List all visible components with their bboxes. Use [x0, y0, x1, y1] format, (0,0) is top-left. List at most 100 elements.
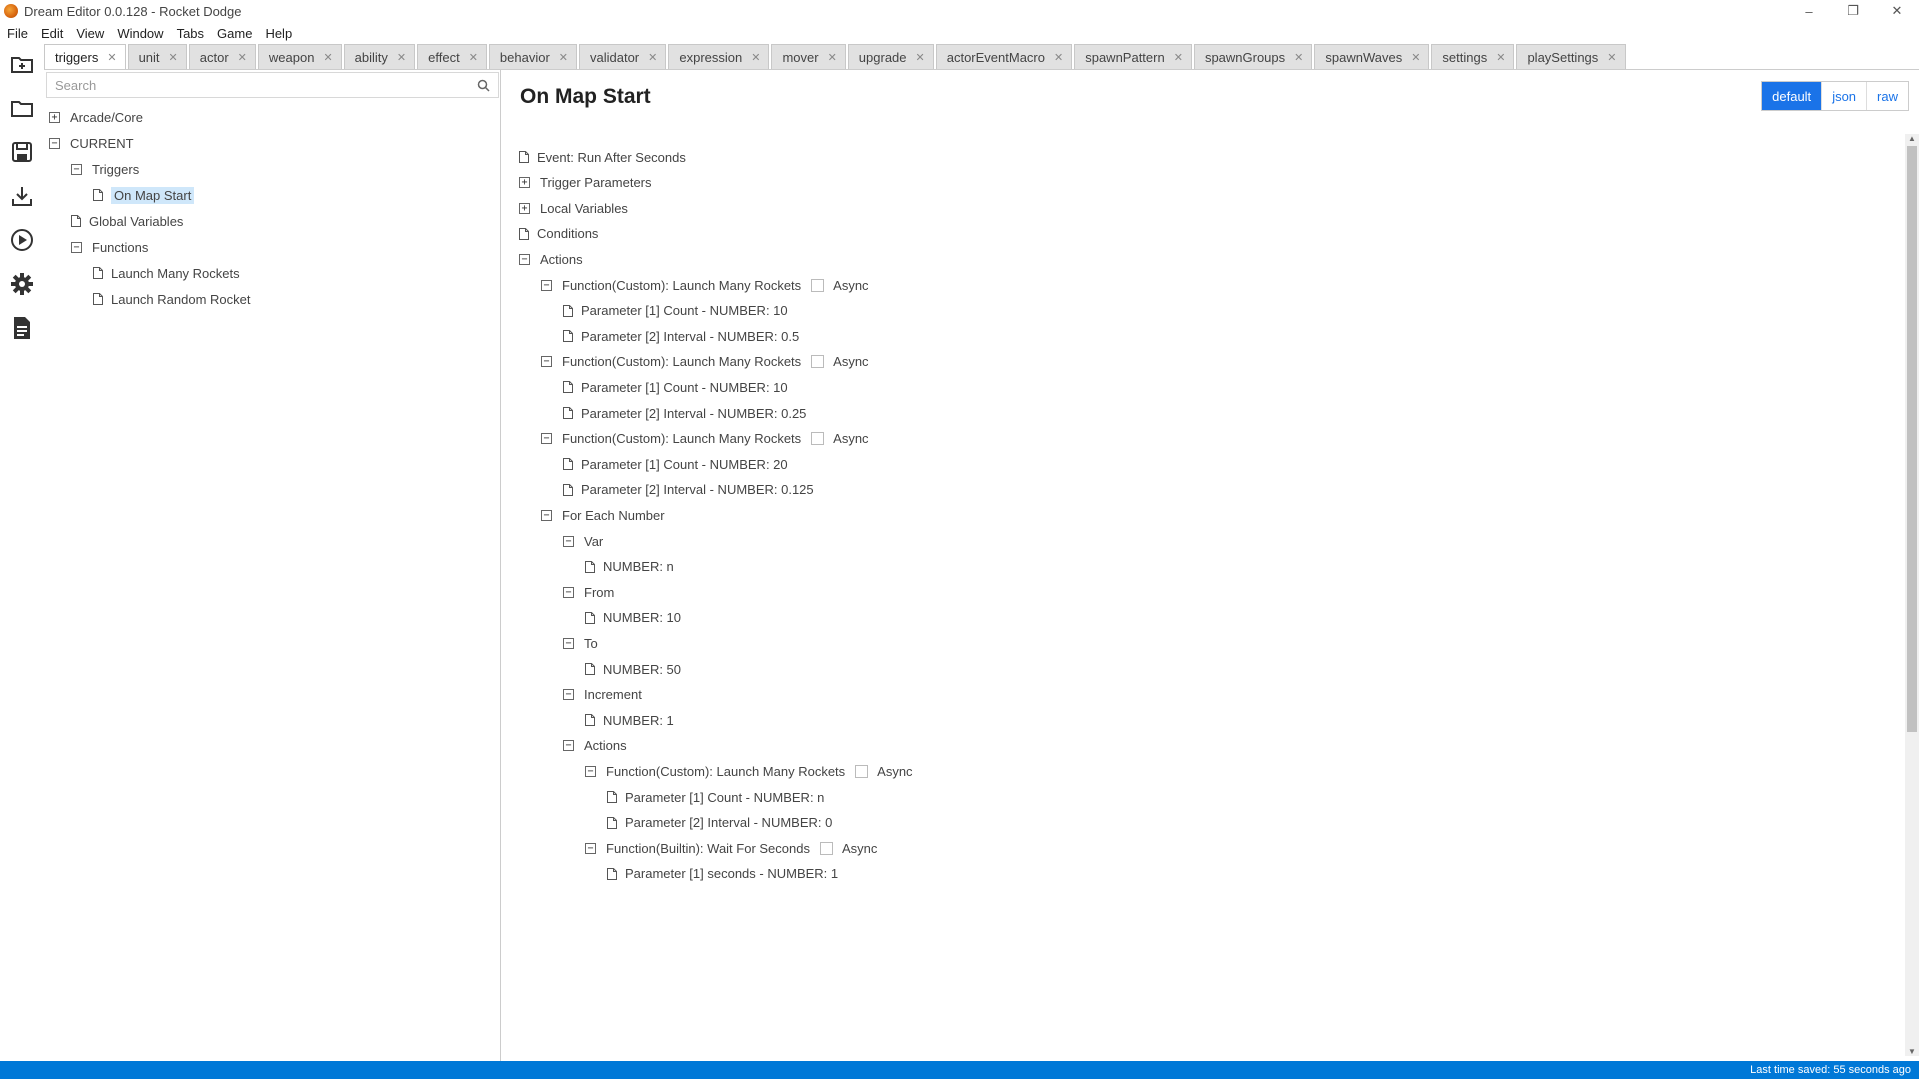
tab-close-icon[interactable]: ✕ — [559, 51, 568, 64]
tab-spawnwaves[interactable]: spawnWaves ✕ — [1314, 44, 1430, 69]
scrollbar-thumb[interactable] — [1907, 146, 1917, 732]
tab-settings[interactable]: settings ✕ — [1431, 44, 1515, 69]
expand-icon[interactable]: + — [519, 202, 530, 214]
collapse-icon[interactable]: − — [585, 842, 596, 854]
tab-close-icon[interactable]: ✕ — [323, 51, 332, 64]
trigger-tree-node[interactable]: Parameter [2] Interval - NUMBER: 0.5 — [563, 325, 799, 347]
minimize-button[interactable]: – — [1787, 0, 1831, 22]
tab-upgrade[interactable]: upgrade ✕ — [847, 44, 934, 69]
tab-triggers[interactable]: triggers ✕ — [44, 44, 126, 69]
async-toggle[interactable]: Async — [811, 431, 869, 446]
tab-spawngroups[interactable]: spawnGroups ✕ — [1193, 44, 1313, 69]
collapse-icon[interactable]: − — [541, 509, 552, 521]
trigger-tree-node[interactable]: − Var — [563, 530, 603, 552]
trigger-tree-node[interactable]: NUMBER: 1 — [585, 709, 674, 731]
tab-close-icon[interactable]: ✕ — [238, 51, 247, 64]
project-tree-node[interactable]: − Functions — [71, 236, 148, 258]
trigger-tree-node[interactable]: − Actions — [519, 248, 583, 270]
collapse-icon[interactable]: − — [563, 689, 574, 701]
close-button[interactable]: ✕ — [1875, 0, 1919, 22]
trigger-tree-node[interactable]: + Trigger Parameters — [519, 172, 652, 194]
settings-gear-icon[interactable] — [7, 269, 37, 299]
collapse-icon[interactable]: − — [563, 740, 574, 752]
trigger-tree-node[interactable]: − Function(Custom): Launch Many Rockets As… — [541, 274, 869, 296]
tab-weapon[interactable]: weapon ✕ — [257, 44, 342, 69]
scroll-up-icon[interactable]: ▲ — [1908, 134, 1916, 143]
async-toggle[interactable]: Async — [819, 841, 877, 856]
project-tree-node[interactable]: + Arcade/Core — [49, 106, 143, 128]
trigger-tree-node[interactable]: NUMBER: 10 — [585, 607, 681, 629]
project-tree-node[interactable]: − Triggers — [71, 158, 139, 180]
trigger-tree-node[interactable]: − To — [563, 632, 598, 654]
tab-close-icon[interactable]: ✕ — [828, 51, 837, 64]
search-icon[interactable] — [477, 79, 490, 95]
collapse-icon[interactable]: − — [563, 586, 574, 598]
tab-validator[interactable]: validator ✕ — [579, 44, 667, 69]
tab-close-icon[interactable]: ✕ — [397, 51, 406, 64]
trigger-tree-node[interactable]: − Function(Builtin): Wait For Seconds Asyn… — [585, 837, 877, 859]
expand-icon[interactable]: + — [49, 111, 60, 123]
tab-actor[interactable]: actor ✕ — [188, 44, 256, 69]
menu-window[interactable]: Window — [117, 26, 163, 41]
tab-effect[interactable]: effect ✕ — [417, 44, 487, 69]
download-icon[interactable] — [7, 181, 37, 211]
trigger-tree-node[interactable]: − Function(Custom): Launch Many Rockets As… — [541, 428, 869, 450]
tab-close-icon[interactable]: ✕ — [1411, 51, 1420, 64]
collapse-icon[interactable]: − — [541, 433, 552, 445]
tab-close-icon[interactable]: ✕ — [107, 51, 116, 64]
trigger-tree-node[interactable]: Parameter [2] Interval - NUMBER: 0.125 — [563, 479, 814, 501]
play-icon[interactable] — [7, 225, 37, 255]
trigger-tree-node[interactable]: Parameter [1] Count - NUMBER: n — [607, 786, 824, 808]
tab-close-icon[interactable]: ✕ — [751, 51, 760, 64]
project-tree-node[interactable]: Launch Many Rockets — [93, 262, 240, 284]
menu-file[interactable]: File — [7, 26, 28, 41]
tab-mover[interactable]: mover ✕ — [771, 44, 846, 69]
project-tree-node[interactable]: Global Variables — [71, 210, 183, 232]
trigger-tree-node[interactable]: − For Each Number — [541, 504, 665, 526]
trigger-tree-node[interactable]: − Function(Custom): Launch Many Rockets As… — [541, 351, 869, 373]
project-tree-node[interactable]: On Map Start — [93, 184, 195, 206]
collapse-icon[interactable]: − — [585, 765, 596, 777]
tab-behavior[interactable]: behavior ✕ — [488, 44, 577, 69]
trigger-tree-node[interactable]: NUMBER: 50 — [585, 658, 681, 680]
tab-close-icon[interactable]: ✕ — [1174, 51, 1183, 64]
trigger-tree-node[interactable]: Parameter [1] Count - NUMBER: 10 — [563, 300, 788, 322]
trigger-tree-node[interactable]: − From — [563, 581, 614, 603]
tab-close-icon[interactable]: ✕ — [916, 51, 925, 64]
async-checkbox[interactable] — [819, 841, 833, 855]
tab-close-icon[interactable]: ✕ — [648, 51, 657, 64]
trigger-tree-node[interactable]: NUMBER: n — [585, 556, 674, 578]
collapse-icon[interactable]: − — [71, 163, 82, 175]
project-tree-node[interactable]: Launch Random Rocket — [93, 288, 250, 310]
open-folder-icon[interactable] — [7, 93, 37, 123]
collapse-icon[interactable]: − — [563, 535, 574, 547]
async-toggle[interactable]: Async — [855, 764, 913, 779]
trigger-tree-node[interactable]: − Actions — [563, 735, 627, 757]
trigger-tree-node[interactable]: − Increment — [563, 684, 642, 706]
tab-close-icon[interactable]: ✕ — [1607, 51, 1616, 64]
view-default-button[interactable]: default — [1762, 82, 1822, 110]
search-box[interactable]: Search — [46, 72, 499, 98]
trigger-tree-node[interactable]: Conditions — [519, 223, 598, 245]
tab-close-icon[interactable]: ✕ — [1496, 51, 1505, 64]
tab-close-icon[interactable]: ✕ — [169, 51, 178, 64]
tab-close-icon[interactable]: ✕ — [469, 51, 478, 64]
collapse-icon[interactable]: − — [49, 137, 60, 149]
trigger-tree-node[interactable]: Event: Run After Seconds — [519, 146, 686, 168]
expand-icon[interactable]: + — [519, 177, 530, 189]
document-icon[interactable] — [7, 313, 37, 343]
trigger-tree-node[interactable]: Parameter [1] seconds - NUMBER: 1 — [607, 863, 838, 885]
tab-expression[interactable]: expression ✕ — [668, 44, 770, 69]
menu-view[interactable]: View — [76, 26, 104, 41]
tab-close-icon[interactable]: ✕ — [1054, 51, 1063, 64]
async-checkbox[interactable] — [811, 432, 825, 446]
search-input[interactable]: Search — [55, 78, 96, 93]
menu-tabs[interactable]: Tabs — [177, 26, 204, 41]
trigger-tree-node[interactable]: − Function(Custom): Launch Many Rockets As… — [585, 760, 913, 782]
tab-playsettings[interactable]: playSettings ✕ — [1516, 44, 1626, 69]
new-folder-icon[interactable] — [7, 49, 37, 79]
async-checkbox[interactable] — [811, 278, 825, 292]
async-toggle[interactable]: Async — [811, 354, 869, 369]
tab-close-icon[interactable]: ✕ — [1294, 51, 1303, 64]
vertical-scrollbar[interactable]: ▲ ▼ — [1905, 134, 1919, 1056]
